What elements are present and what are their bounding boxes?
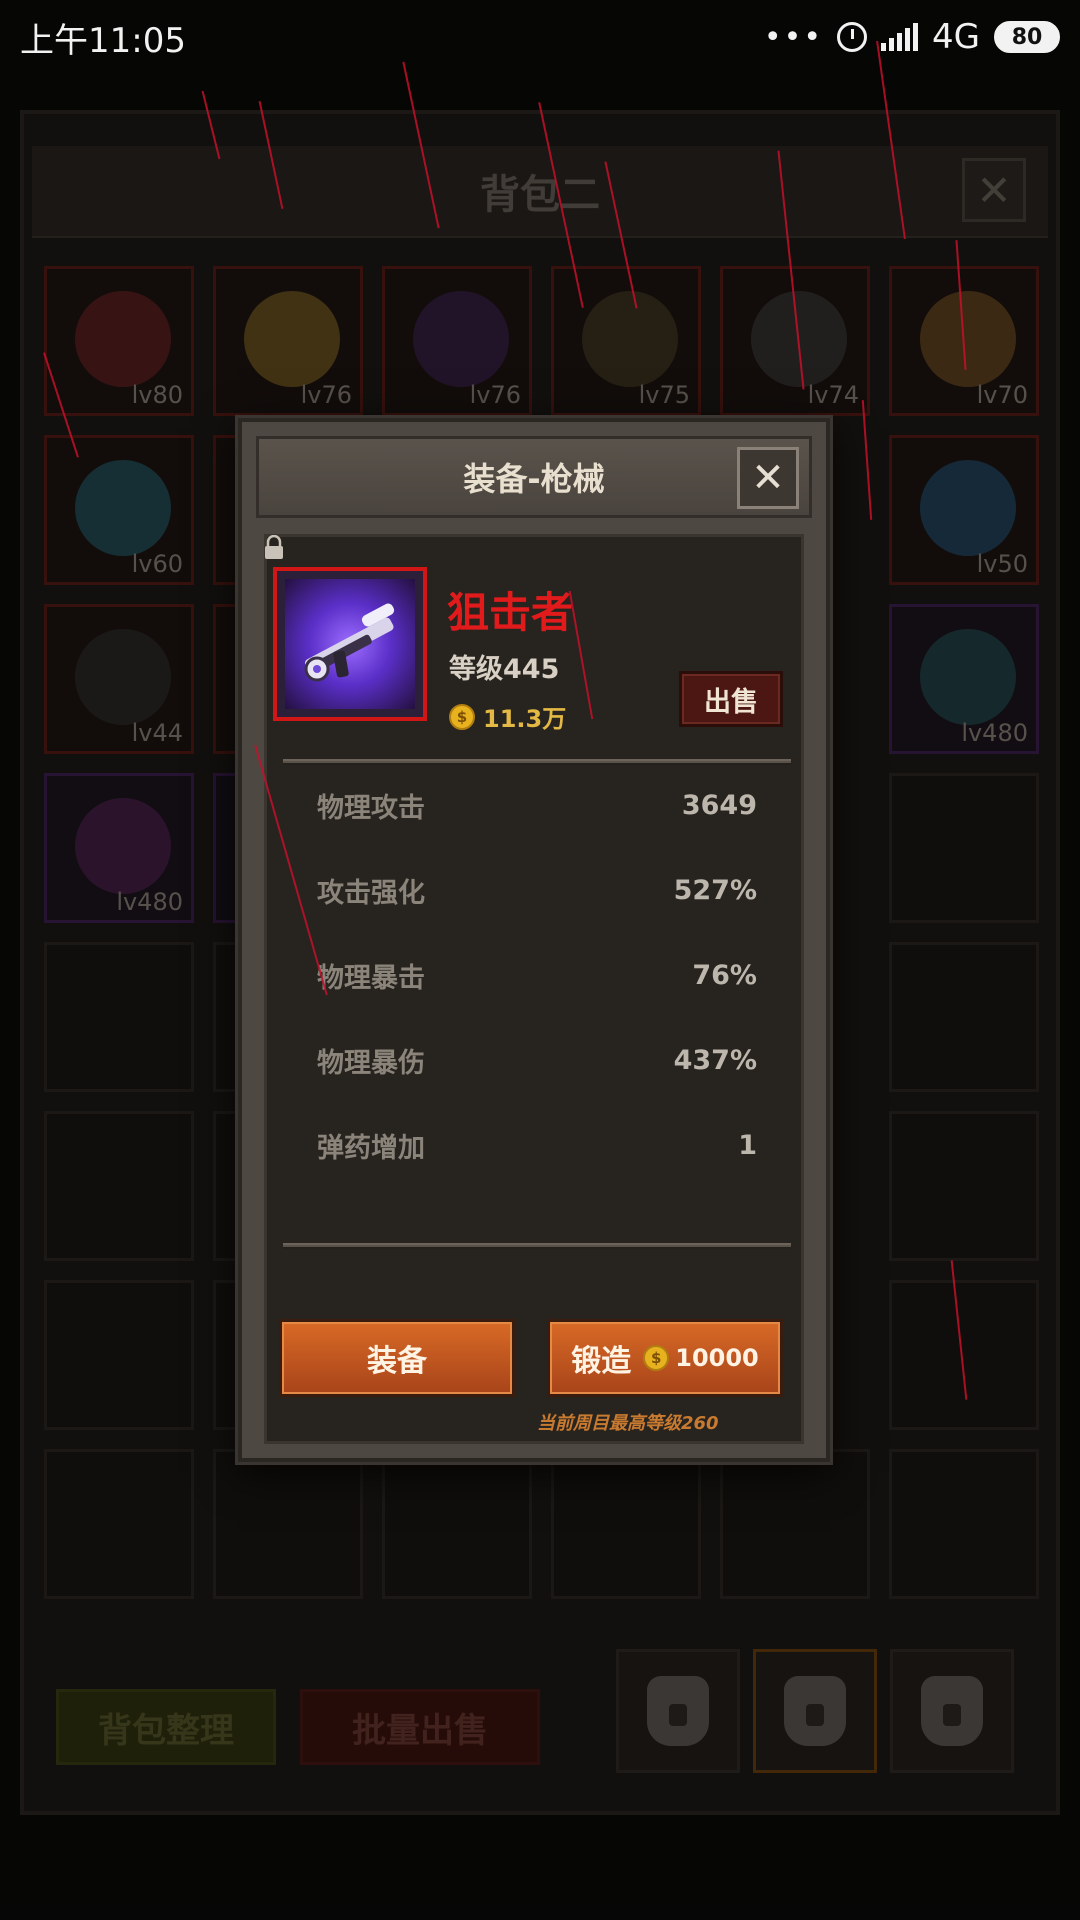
divider: [283, 1243, 791, 1249]
item-price: $ 11.3万: [449, 699, 566, 734]
equip-label: 装备: [367, 1344, 427, 1379]
equipment-dialog: 装备-枪械 ✕ 狙击者 等级445 $ 11.3万 出售 物理攻击 3649 攻…: [238, 418, 830, 1462]
stat-row: 弹药增加 1: [317, 1125, 757, 1165]
stat-row: 物理攻击 3649: [317, 785, 757, 825]
sniper-rifle-icon: [304, 603, 395, 682]
stat-name: 攻击强化: [317, 877, 425, 909]
dialog-title: 装备-枪械: [463, 460, 605, 498]
battery-icon: 80: [994, 21, 1060, 53]
stat-value: 527%: [673, 874, 757, 906]
forge-cost: $ 10000: [643, 1344, 759, 1372]
forge-label: 锻造: [571, 1344, 632, 1379]
stat-value: 437%: [673, 1044, 757, 1076]
stat-value: 3649: [681, 789, 757, 821]
item-name: 狙击者: [447, 588, 574, 637]
status-icons: ••• 4G 80: [764, 17, 1060, 57]
item-level: 等级445: [449, 654, 560, 685]
coin-icon: $: [449, 703, 475, 730]
stat-value: 1: [738, 1129, 757, 1161]
equip-button[interactable]: 装备: [279, 1319, 515, 1397]
signal-icon: [881, 23, 919, 51]
status-bar: 上午11:05 ••• 4G 80: [0, 0, 1080, 74]
stat-value: 76%: [692, 959, 757, 991]
sell-button[interactable]: 出售: [679, 671, 783, 727]
alarm-icon: [837, 22, 868, 52]
stat-name: 物理暴伤: [317, 1047, 425, 1079]
battery-level: 80: [1011, 24, 1043, 50]
forge-note: 当前周目最高等级260: [537, 1413, 719, 1434]
more-notifications-icon: •••: [763, 19, 824, 55]
stat-row: 物理暴伤 437%: [317, 1040, 757, 1080]
status-time: 上午11:05: [20, 20, 186, 61]
item-price-value: 11.3万: [483, 705, 567, 733]
item-icon-frame[interactable]: [273, 567, 427, 721]
forge-cost-value: 10000: [675, 1344, 759, 1372]
stat-row: 攻击强化 527%: [317, 870, 757, 910]
lock-icon[interactable]: [263, 535, 285, 561]
divider: [283, 759, 791, 765]
network-type: 4G: [932, 17, 980, 57]
stat-row: 物理暴击 76%: [317, 955, 757, 995]
dialog-header: 装备-枪械 ✕: [256, 436, 812, 518]
stat-name: 物理攻击: [317, 792, 425, 824]
dialog-close-button[interactable]: ✕: [737, 447, 799, 509]
forge-button[interactable]: 锻造 $ 10000: [547, 1319, 783, 1397]
dialog-body: 狙击者 等级445 $ 11.3万 出售 物理攻击 3649 攻击强化 527%…: [264, 534, 804, 1444]
stat-name: 弹药增加: [317, 1132, 425, 1164]
stat-name: 物理暴击: [317, 962, 425, 994]
coin-icon: $: [643, 1345, 670, 1371]
